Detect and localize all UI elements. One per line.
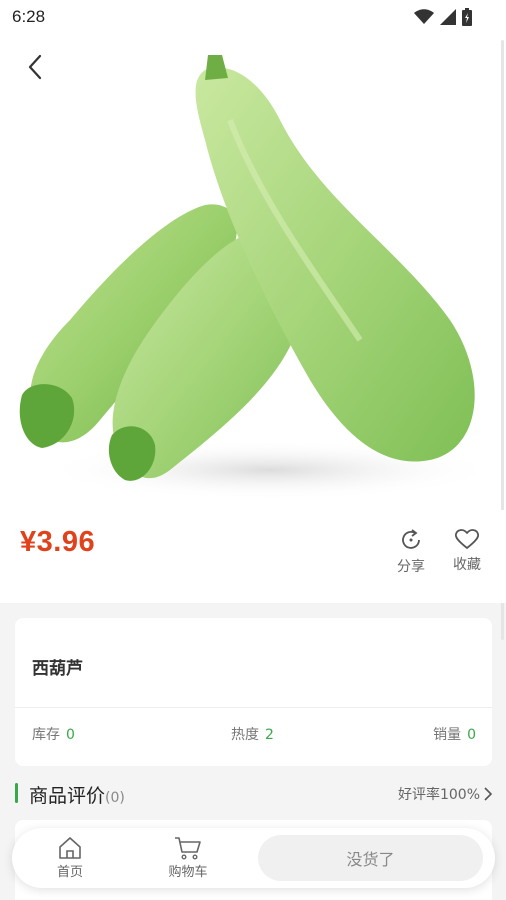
divider (15, 707, 492, 708)
tab-cart-label: 购物车 (168, 865, 208, 880)
back-button[interactable] (20, 50, 50, 84)
section-accent-bar (15, 783, 18, 803)
stat-sales-label: 销量 (433, 727, 462, 743)
stat-popularity-value: 2 (265, 727, 274, 743)
stat-sales: 销量 0 (433, 724, 476, 744)
reviews-title-text: 商品评价 (29, 785, 106, 807)
share-button[interactable]: 分享 (391, 528, 431, 576)
status-icons (414, 8, 472, 26)
tab-home[interactable]: 首页 (40, 836, 100, 880)
product-info-card: 西葫芦 库存 0 热度 2 销量 0 (15, 618, 492, 766)
product-name: 西葫芦 (32, 659, 83, 679)
stat-popularity-label: 热度 (231, 727, 259, 743)
tab-home-label: 首页 (56, 865, 83, 880)
stat-stock: 库存 0 (32, 724, 75, 744)
good-rate-link[interactable]: 好评率100% (398, 784, 492, 804)
favorite-label: 收藏 (453, 557, 481, 573)
stat-stock-value: 0 (66, 727, 75, 743)
reviews-count: (0) (105, 790, 125, 806)
sold-out-button[interactable]: 没货了 (258, 835, 483, 881)
heart-icon (454, 529, 480, 549)
chevron-right-icon (484, 787, 492, 801)
chevron-left-icon (28, 54, 42, 80)
bottom-action-bar: 首页 购物车 没货了 (12, 828, 495, 888)
product-price: ¥3.96 (20, 526, 96, 558)
share-label: 分享 (397, 559, 425, 575)
status-time: 6:28 (12, 7, 46, 26)
share-icon (402, 529, 420, 549)
status-bar: 6:28 (0, 0, 506, 34)
wifi-icon (414, 9, 434, 24)
favorite-button[interactable]: 收藏 (447, 528, 487, 574)
stat-sales-value: 0 (467, 727, 476, 743)
tab-cart[interactable]: 购物车 (158, 836, 218, 880)
home-icon (59, 837, 81, 859)
reviews-title: 商品评价(0) (29, 781, 125, 808)
stat-popularity: 热度 2 (231, 724, 274, 744)
zucchini-image (19, 55, 500, 500)
stat-stock-label: 库存 (32, 727, 60, 743)
battery-icon (462, 8, 472, 26)
product-image-area (0, 0, 506, 510)
good-rate-text: 好评率100% (397, 787, 480, 803)
price-section: ¥3.96 分享 收藏 (0, 510, 506, 603)
signal-icon (440, 9, 456, 25)
reviews-header: 商品评价(0) 好评率100% (15, 780, 492, 808)
cart-icon (175, 837, 201, 860)
